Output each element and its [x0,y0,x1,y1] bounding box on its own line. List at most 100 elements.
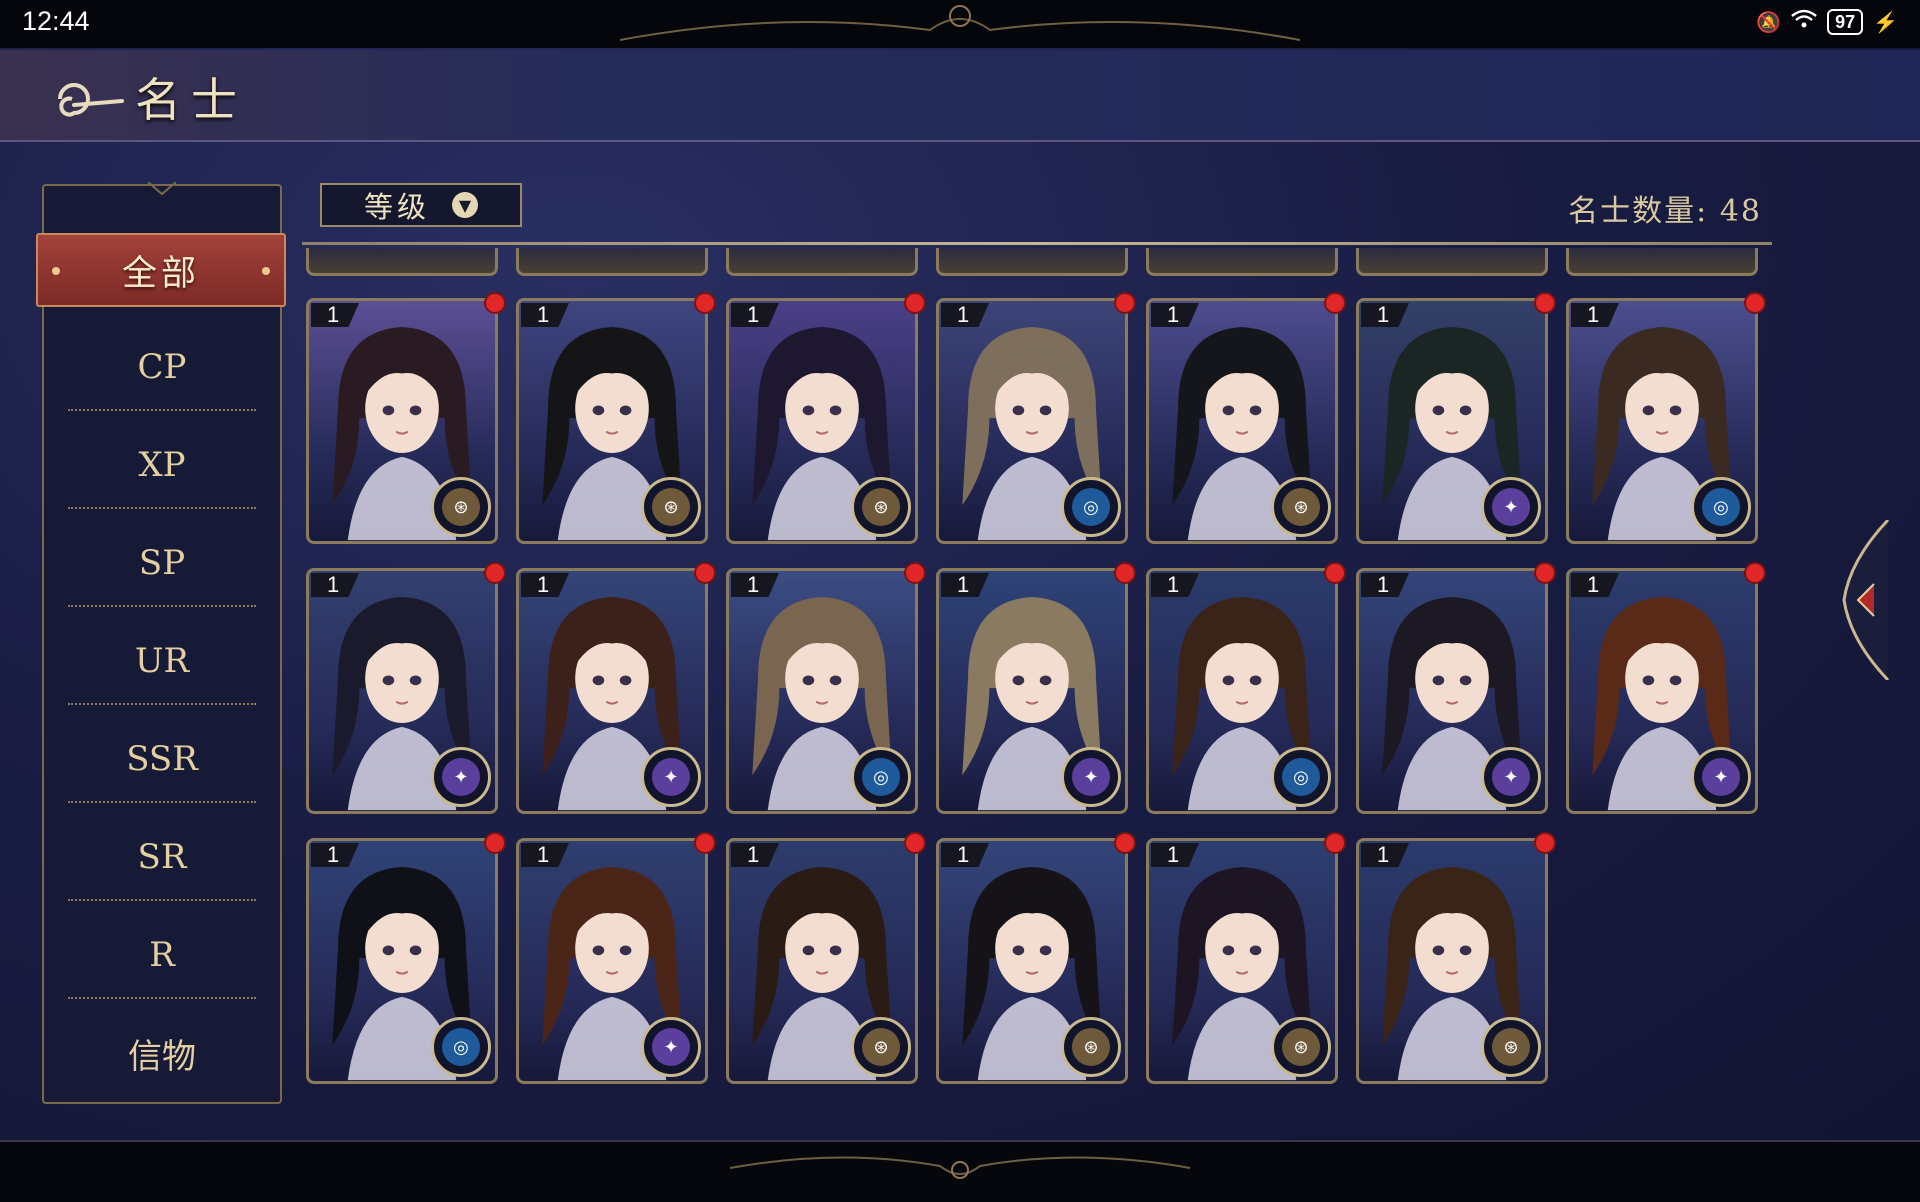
card-frame: 1 ⊛ [1146,838,1338,1084]
badge-core: ◎ [442,1028,480,1066]
hero-card[interactable]: 1 ✦ [1356,292,1556,548]
sidebar-item-cp[interactable]: CP [68,337,256,411]
card-frame: 1 ⊛ [726,298,918,544]
purple-emblem-icon: ✦ [1691,747,1751,807]
badge-core: ⊛ [1282,1028,1320,1066]
notification-dot [1324,562,1346,584]
card-frame: 1 ⊛ [726,838,918,1084]
mute-icon: 🔕 [1756,11,1782,34]
notification-dot [694,292,716,314]
sidebar-item-label: SSR [126,739,198,779]
blue-emblem-icon: ◎ [431,1017,491,1077]
gold-emblem-icon: ⊛ [851,477,911,537]
hero-card[interactable]: 1 ⊛ [1356,832,1556,1088]
card-frame: 1 ✦ [936,568,1128,814]
sidebar-item-all[interactable]: 全部 [36,233,286,307]
card-frame: 1 ✦ [1356,568,1548,814]
purple-emblem-icon: ✦ [1481,747,1541,807]
sidebar-item-label: 全部 [121,253,200,294]
purple-emblem-icon: ✦ [431,747,491,807]
sidebar-item-xp[interactable]: XP [68,435,256,509]
sidebar-item-token[interactable]: 信物 [68,1023,256,1083]
hero-card[interactable]: 1 ✦ [1566,562,1766,818]
notification-dot [1324,292,1346,314]
card-frame: 1 ✦ [1566,568,1758,814]
gold-emblem-icon: ⊛ [641,477,701,537]
hero-card[interactable]: 1 ◎ [936,292,1136,548]
badge-core: ⊛ [652,488,690,526]
blue-emblem-icon: ◎ [1271,747,1331,807]
hero-card[interactable]: 1 ⊛ [1146,832,1346,1088]
notification-dot [904,562,926,584]
gold-emblem-icon: ⊛ [1061,1017,1121,1077]
blue-emblem-icon: ◎ [1061,477,1121,537]
right-collapse-tab[interactable] [1840,520,1890,680]
hero-card[interactable]: 1 ✦ [516,832,716,1088]
sidebar-item-ur[interactable]: UR [68,631,256,705]
purple-emblem-icon: ✦ [641,747,701,807]
divider [68,507,256,509]
notification-dot [1114,562,1136,584]
hero-card[interactable]: 1 ✦ [1356,562,1556,818]
hero-card[interactable]: 1 ⊛ [516,292,716,548]
hero-card[interactable]: 1 ◎ [1146,562,1346,818]
hero-card[interactable]: 1 ✦ [306,562,506,818]
card-frame: 1 ✦ [516,568,708,814]
sort-dropdown[interactable]: 等级 ▼ [320,183,522,227]
badge-core: ✦ [1492,758,1530,796]
hero-card[interactable]: 1 ✦ [936,562,1136,818]
notification-dot [1744,292,1766,314]
list-divider [302,242,1772,245]
card-frame: 1 ◎ [936,298,1128,544]
hero-count: 名士数量: 48 [1568,194,1762,229]
hero-card[interactable]: 1 ⊛ [726,292,926,548]
sidebar-item-sp[interactable]: SP [68,533,256,607]
notification-dot [694,562,716,584]
card-frame: 1 ⊛ [516,298,708,544]
gold-emblem-icon: ⊛ [1271,1017,1331,1077]
badge-core: ✦ [652,758,690,796]
page-title: 名士 [135,73,247,127]
hero-card[interactable]: 1 ◎ [306,832,506,1088]
purple-emblem-icon: ✦ [1061,747,1121,807]
sidebar-item-label: SR [137,837,187,877]
badge-core: ⊛ [1282,488,1320,526]
notification-dot [904,292,926,314]
card-frame: 1 ◎ [1566,298,1758,544]
purple-emblem-icon: ✦ [641,1017,701,1077]
badge-core: ◎ [1072,488,1110,526]
hero-card[interactable]: 1 ✦ [516,562,716,818]
hero-card[interactable]: 1 ⊛ [936,832,1136,1088]
badge-core: ◎ [1282,758,1320,796]
card-frame: 1 ⊛ [1146,298,1338,544]
badge-core: ✦ [1702,758,1740,796]
badge-core: ⊛ [442,488,480,526]
hero-card[interactable]: 1 ◎ [726,562,926,818]
back-swirl-icon[interactable] [40,75,126,121]
blue-emblem-icon: ◎ [1691,477,1751,537]
card-frame: 1 ⊛ [936,838,1128,1084]
top-ornament [619,5,1301,41]
notification-dot [1114,832,1136,854]
card-frame: 1 ✦ [1356,298,1548,544]
sidebar-item-label: UR [134,641,190,681]
badge-core: ⊛ [1072,1028,1110,1066]
sidebar-item-r[interactable]: R [68,925,256,999]
hero-card[interactable]: 1 ⊛ [1146,292,1346,548]
card-frame: 1 ⊛ [306,298,498,544]
card-frame: 1 ✦ [306,568,498,814]
badge-core: ✦ [652,1028,690,1066]
notification-dot [904,832,926,854]
sidebar-item-sr[interactable]: SR [68,827,256,901]
sidebar-item-ssr[interactable]: SSR [68,729,256,803]
charging-icon: ⚡ [1873,11,1898,34]
gold-emblem-icon: ⊛ [851,1017,911,1077]
sort-label: 等级 [363,190,430,224]
sidebar-item-label: SP [138,543,186,583]
hero-card[interactable]: 1 ◎ [1566,292,1766,548]
hero-card[interactable]: 1 ⊛ [306,292,506,548]
blue-emblem-icon: ◎ [851,747,911,807]
divider [68,899,256,901]
status-icons: 🔕 97 ⚡ [1756,9,1898,35]
hero-card[interactable]: 1 ⊛ [726,832,926,1088]
